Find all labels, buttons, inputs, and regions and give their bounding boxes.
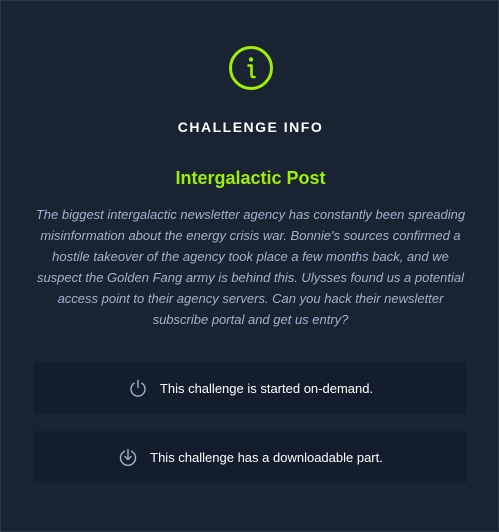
on-demand-note: This challenge is started on-demand.	[34, 362, 467, 414]
challenge-info-modal: CHALLENGE INFO Intergalactic Post The bi…	[0, 0, 499, 532]
challenge-description: The biggest intergalactic newsletter age…	[35, 207, 466, 327]
download-icon	[119, 448, 137, 467]
info-circle-icon	[229, 46, 273, 90]
modal-heading: CHALLENGE INFO	[177, 119, 324, 135]
downloadable-note: This challenge has a downloadable part.	[34, 431, 467, 483]
challenge-title: Intergalactic Post	[175, 168, 326, 188]
on-demand-note-text: This challenge is started on-demand.	[159, 380, 374, 396]
power-icon	[130, 379, 146, 397]
downloadable-note-text: This challenge has a downloadable part.	[150, 449, 383, 465]
